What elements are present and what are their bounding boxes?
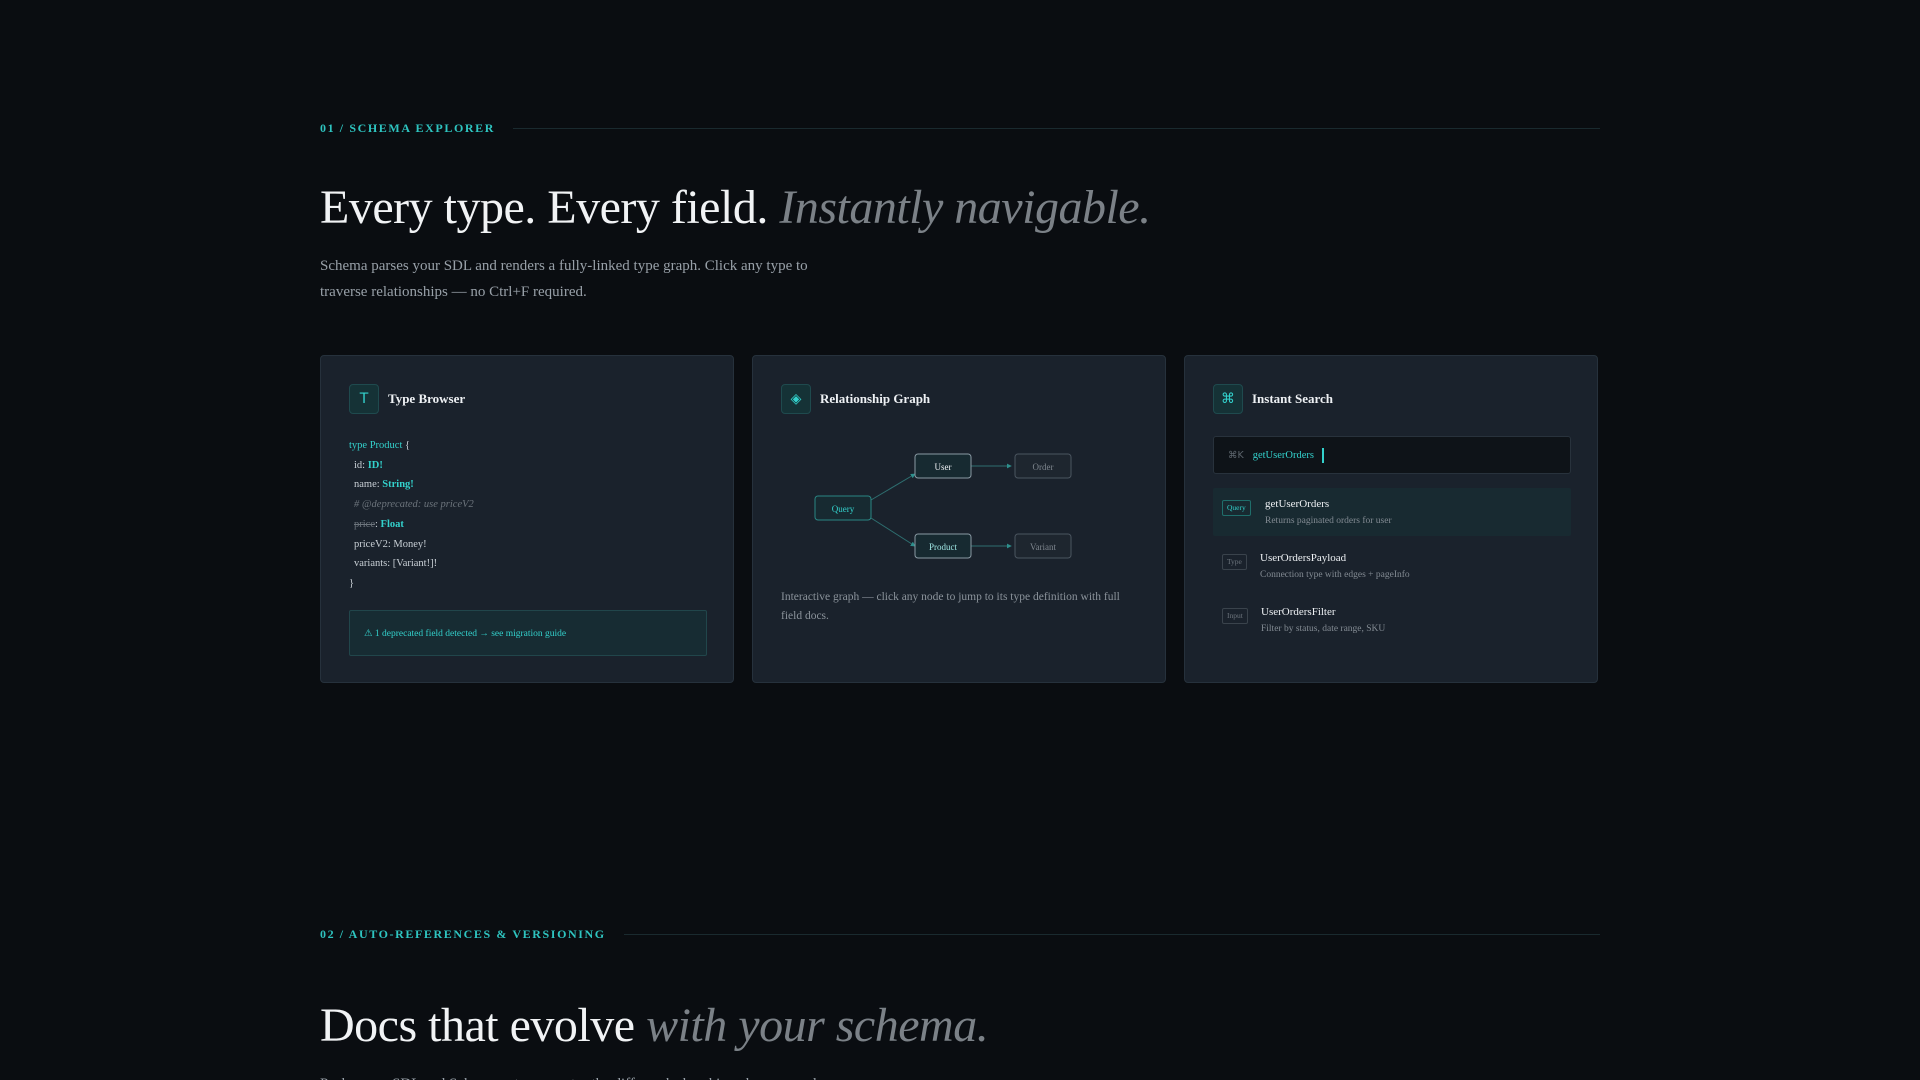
type-name-link[interactable]: Product	[370, 440, 403, 451]
code-line: type Product {	[349, 436, 474, 456]
code-field: variants:	[354, 558, 391, 570]
section-lede: Push a new SDL and Schema auto-generates…	[320, 1071, 880, 1080]
code-type-link[interactable]: Money!	[393, 539, 426, 550]
result-kind-badge: Type	[1222, 554, 1247, 570]
auto-references-section: 02 / AUTO-REFERENCES & VERSIONING Docs t…	[320, 924, 1600, 1080]
page: 01 / SCHEMA EXPLORER Every type. Every f…	[0, 0, 1920, 1080]
code-type-link[interactable]: String!	[382, 479, 414, 490]
search-input[interactable]: ⌘K getUserOrders	[1213, 436, 1571, 474]
graph-caption: Interactive graph — click any node to ju…	[781, 591, 1120, 622]
feature-cards: T Type Browser type Product { id: ID! na…	[320, 355, 1600, 685]
section-eyebrow-row: 02 / AUTO-REFERENCES & VERSIONING	[320, 924, 1600, 944]
eyebrow-divider	[623, 933, 1600, 935]
headline-main: Docs that evolve	[320, 999, 635, 1052]
code-line: }	[349, 574, 474, 594]
graph-node-query[interactable]: Query	[814, 495, 872, 521]
graph-node-variant[interactable]: Variant	[1014, 533, 1072, 559]
code-field: priceV2:	[354, 538, 391, 550]
code-keyword: type	[349, 440, 368, 451]
headline-main: Every type. Every field.	[320, 181, 768, 234]
result-name: getUserOrders	[1265, 498, 1330, 510]
code-line: # @deprecated: use priceV2	[349, 495, 474, 515]
graph-node-product[interactable]: Product	[914, 533, 972, 559]
graph-node-order[interactable]: Order	[1014, 453, 1072, 479]
graph-icon: ◈	[781, 384, 811, 414]
node-label: Query	[832, 504, 855, 514]
headline-accent: Instantly navigable.	[779, 181, 1151, 234]
command-icon: ⌘	[1213, 384, 1243, 414]
card-title: Relationship Graph	[820, 391, 931, 406]
card-header: ◈ Relationship Graph	[781, 384, 930, 414]
code-type-link[interactable]: Float	[381, 519, 404, 530]
card-header: ⌘ Instant Search	[1213, 384, 1333, 414]
result-description: Filter by status, date range, SKU	[1261, 624, 1386, 634]
relationship-graph-card[interactable]: ◈ Relationship Graph Query User Order Pr…	[752, 355, 1166, 683]
graph-node-user[interactable]: User	[914, 453, 972, 479]
code-type-link[interactable]: ID!	[368, 460, 383, 471]
code-line: id: ID!	[349, 456, 474, 476]
code-field: id:	[354, 459, 366, 471]
section-lede: Schema parses your SDL and renders a ful…	[320, 257, 808, 300]
edge-query-user	[870, 473, 916, 501]
sdl-code-block: type Product { id: ID! name: String! # @…	[349, 436, 474, 594]
search-result[interactable]: Type UserOrdersPayload Connection type w…	[1213, 542, 1571, 590]
code-comment: # @deprecated: use priceV2	[354, 499, 474, 511]
result-name: UserOrdersFilter	[1261, 606, 1336, 618]
node-label: Product	[929, 542, 957, 552]
result-description: Returns paginated orders for user	[1265, 516, 1392, 526]
deprecation-warning[interactable]: ⚠ 1 deprecated field detected → see migr…	[349, 610, 707, 656]
result-kind-badge: Query	[1222, 500, 1251, 516]
result-kind-badge: Input	[1222, 608, 1248, 624]
node-label: Variant	[1030, 542, 1056, 552]
code-line: priceV2: Money!	[349, 535, 474, 555]
section-headline: Every type. Every field. Instantly navig…	[320, 181, 1600, 235]
card-header: T Type Browser	[349, 384, 465, 414]
code-type-link[interactable]: [Variant!]!	[393, 558, 437, 569]
edge-query-product	[870, 517, 916, 547]
deprecated-field: price	[354, 518, 375, 530]
search-query: getUserOrders	[1252, 449, 1314, 461]
section-eyebrow: 02 / AUTO-REFERENCES & VERSIONING	[320, 926, 606, 941]
card-title: Type Browser	[388, 391, 466, 406]
search-result[interactable]: Input UserOrdersFilter Filter by status,…	[1213, 596, 1571, 644]
code-brace: }	[349, 577, 355, 589]
relationship-graph: Query User Order Product Variant	[814, 453, 1072, 559]
type-icon: T	[349, 384, 379, 414]
code-colon: :	[375, 518, 378, 530]
code-line: variants: [Variant!]!	[349, 554, 474, 574]
code-line: price: Float	[349, 515, 474, 535]
result-name: UserOrdersPayload	[1260, 552, 1347, 564]
type-browser-card[interactable]: T Type Browser type Product { id: ID! na…	[320, 355, 734, 683]
section-eyebrow: 01 / SCHEMA EXPLORER	[320, 120, 496, 135]
text-cursor	[1321, 447, 1324, 463]
section-eyebrow-row: 01 / SCHEMA EXPLORER	[320, 118, 1600, 138]
code-line: name: String!	[349, 475, 474, 495]
result-description: Connection type with edges + pageInfo	[1260, 570, 1410, 580]
schema-explorer-section: 01 / SCHEMA EXPLORER Every type. Every f…	[320, 118, 1600, 305]
section-headline: Docs that evolve with your schema.	[320, 999, 1600, 1053]
node-label: Order	[1033, 462, 1054, 472]
eyebrow-divider	[513, 127, 1600, 129]
instant-search-card[interactable]: ⌘ Instant Search ⌘K getUserOrders Query …	[1184, 355, 1598, 683]
code-brace: {	[405, 440, 411, 451]
card-title: Instant Search	[1252, 391, 1334, 406]
node-label: User	[935, 462, 952, 472]
keyboard-shortcut: ⌘K	[1228, 449, 1244, 461]
headline-accent: with your schema.	[646, 999, 989, 1052]
code-field: name:	[354, 479, 380, 491]
search-result[interactable]: Query getUserOrders Returns paginated or…	[1213, 488, 1571, 536]
